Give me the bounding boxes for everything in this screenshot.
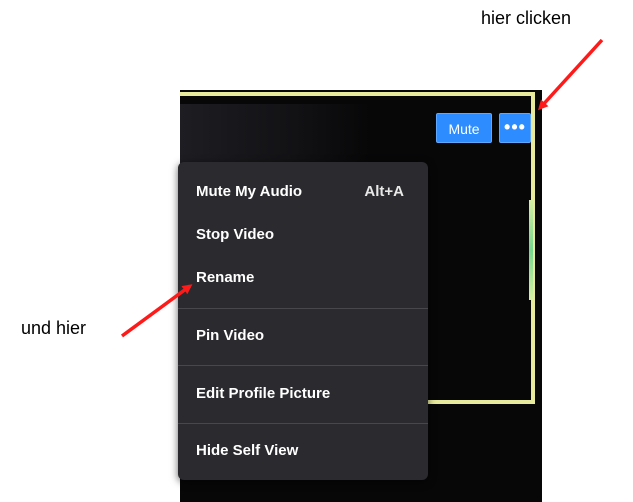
menu-item-label: Stop Video: [196, 226, 275, 243]
menu-item-hide-self-view[interactable]: Hide Self View: [196, 438, 414, 464]
menu-item-mute-my-audio[interactable]: Mute My Audio Alt+A: [196, 179, 414, 205]
more-options-button[interactable]: •••: [499, 113, 531, 143]
participant-context-menu: Mute My Audio Alt+A Stop Video Rename Pi…: [178, 162, 428, 480]
menu-item-label: Edit Profile Picture: [196, 385, 331, 402]
menu-item-edit-profile-picture[interactable]: Edit Profile Picture: [196, 381, 414, 407]
menu-item-pin-video[interactable]: Pin Video: [196, 323, 414, 349]
annotation-und-hier: und hier: [21, 318, 87, 338]
menu-item-rename[interactable]: Rename: [196, 265, 414, 291]
menu-divider: [178, 308, 428, 309]
menu-item-label: Mute My Audio: [196, 183, 303, 200]
menu-item-label: Pin Video: [196, 327, 265, 344]
menu-item-label: Hide Self View: [196, 442, 299, 459]
frame-highlight: [529, 200, 533, 300]
menu-item-label: Rename: [196, 269, 255, 286]
mute-button[interactable]: Mute: [436, 113, 492, 143]
menu-item-shortcut: Alt+A: [364, 183, 404, 200]
menu-item-stop-video[interactable]: Stop Video: [196, 222, 414, 248]
annotation-hier-clicken: hier clicken: [481, 8, 572, 28]
menu-divider: [178, 365, 428, 366]
menu-divider: [178, 423, 428, 424]
arrow-to-more-button: [537, 38, 604, 111]
more-dots-icon: •••: [504, 117, 526, 137]
